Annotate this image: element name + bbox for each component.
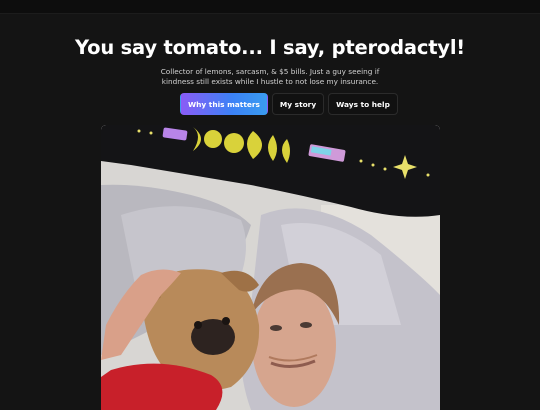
tab-why-this-matters[interactable]: Why this matters — [180, 93, 268, 115]
tab-my-story[interactable]: My story — [271, 93, 325, 115]
page-title: You say tomato... I say, pterodactyl! — [75, 36, 465, 59]
hero-photo-image — [101, 125, 440, 410]
section-tabs: Why this matters My story Ways to help — [180, 93, 398, 115]
top-bar — [0, 0, 540, 14]
tab-ways-to-help[interactable]: Ways to help — [328, 93, 398, 115]
page-subtitle: Collector of lemons, sarcasm, & $5 bills… — [160, 67, 380, 86]
hero-photo — [101, 125, 440, 410]
